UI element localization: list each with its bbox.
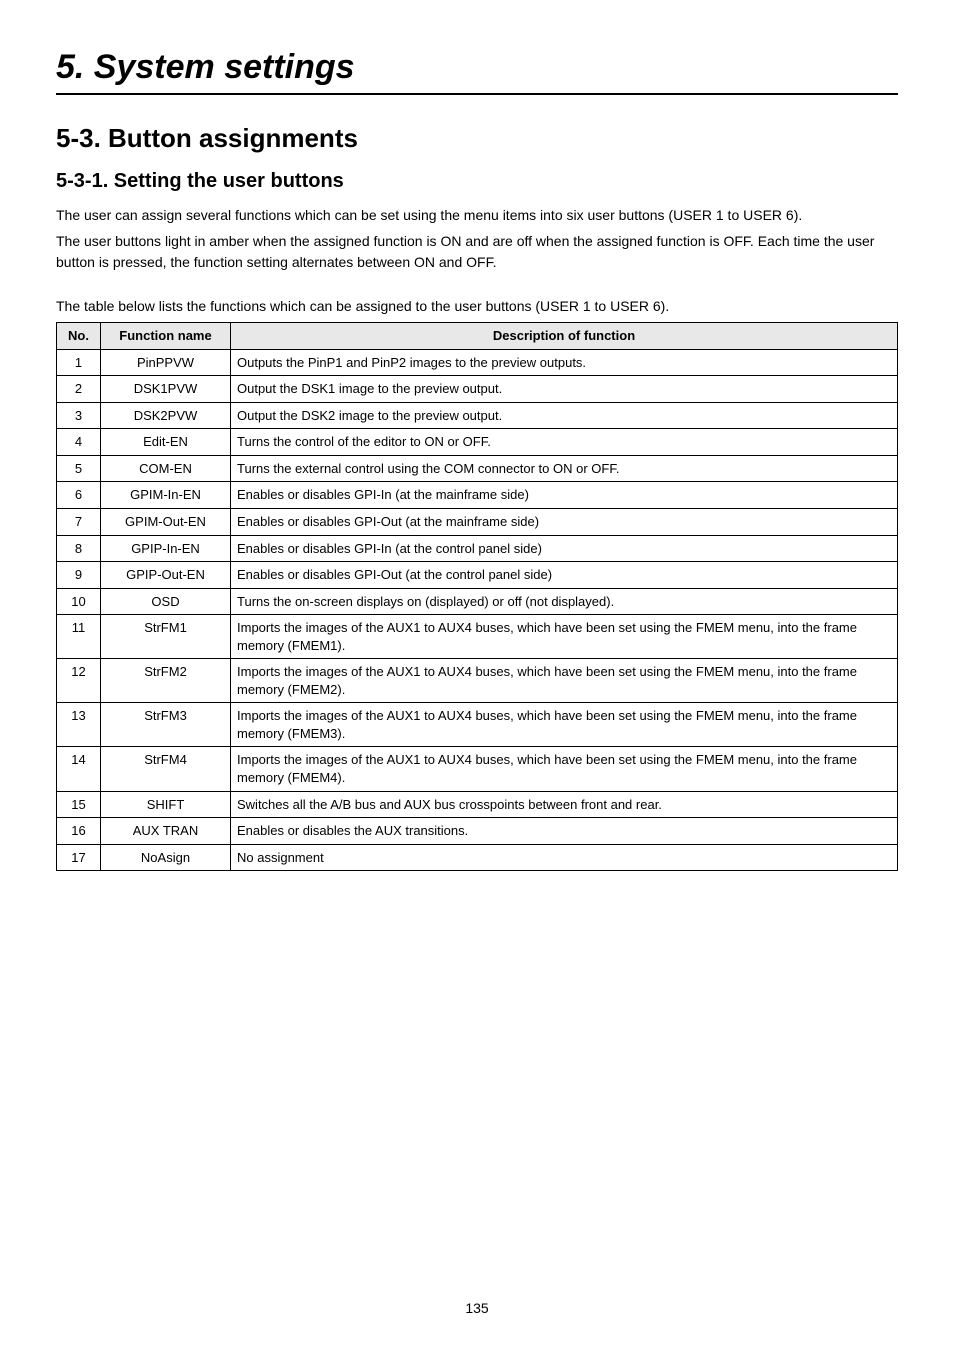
table-row: 3DSK2PVWOutput the DSK2 image to the pre… (57, 402, 898, 429)
col-desc: Description of function (231, 323, 898, 350)
cell-no: 17 (57, 844, 101, 871)
cell-fn: StrFM1 (101, 615, 231, 659)
cell-fn: DSK1PVW (101, 376, 231, 403)
cell-desc: Enables or disables the AUX transitions. (231, 818, 898, 845)
cell-fn: Edit-EN (101, 429, 231, 456)
table-row: 14StrFM4Imports the images of the AUX1 t… (57, 747, 898, 791)
cell-fn: GPIP-In-EN (101, 535, 231, 562)
cell-no: 8 (57, 535, 101, 562)
cell-desc: Imports the images of the AUX1 to AUX4 b… (231, 747, 898, 791)
table-row: 17NoAsignNo assignment (57, 844, 898, 871)
cell-fn: GPIM-In-EN (101, 482, 231, 509)
table-row: 13StrFM3Imports the images of the AUX1 t… (57, 703, 898, 747)
table-row: 15SHIFTSwitches all the A/B bus and AUX … (57, 791, 898, 818)
cell-no: 1 (57, 349, 101, 376)
cell-no: 5 (57, 455, 101, 482)
cell-desc: Imports the images of the AUX1 to AUX4 b… (231, 615, 898, 659)
cell-fn: PinPPVW (101, 349, 231, 376)
table-row: 9GPIP-Out-ENEnables or disables GPI-Out … (57, 562, 898, 589)
page-title: 5. System settings (56, 48, 898, 95)
cell-no: 7 (57, 509, 101, 536)
paragraph-1: The user can assign several functions wh… (56, 205, 898, 225)
table-row: 10OSDTurns the on-screen displays on (di… (57, 588, 898, 615)
table-header-row: No. Function name Description of functio… (57, 323, 898, 350)
cell-desc: Output the DSK2 image to the preview out… (231, 402, 898, 429)
table-row: 7GPIM-Out-ENEnables or disables GPI-Out … (57, 509, 898, 536)
cell-desc: Enables or disables GPI-In (at the contr… (231, 535, 898, 562)
cell-no: 9 (57, 562, 101, 589)
cell-fn: SHIFT (101, 791, 231, 818)
cell-no: 16 (57, 818, 101, 845)
cell-no: 15 (57, 791, 101, 818)
cell-no: 14 (57, 747, 101, 791)
cell-fn: StrFM4 (101, 747, 231, 791)
cell-desc: Enables or disables GPI-Out (at the main… (231, 509, 898, 536)
table-row: 12StrFM2Imports the images of the AUX1 t… (57, 659, 898, 703)
cell-no: 4 (57, 429, 101, 456)
cell-no: 3 (57, 402, 101, 429)
cell-fn: AUX TRAN (101, 818, 231, 845)
table-row: 8GPIP-In-ENEnables or disables GPI-In (a… (57, 535, 898, 562)
table-row: 5COM-ENTurns the external control using … (57, 455, 898, 482)
cell-desc: Output the DSK1 image to the preview out… (231, 376, 898, 403)
cell-desc: Turns the control of the editor to ON or… (231, 429, 898, 456)
cell-no: 11 (57, 615, 101, 659)
cell-desc: Enables or disables GPI-In (at the mainf… (231, 482, 898, 509)
cell-desc: Imports the images of the AUX1 to AUX4 b… (231, 703, 898, 747)
table-row: 2DSK1PVWOutput the DSK1 image to the pre… (57, 376, 898, 403)
paragraph-2: The user buttons light in amber when the… (56, 231, 898, 272)
cell-desc: No assignment (231, 844, 898, 871)
cell-no: 12 (57, 659, 101, 703)
cell-no: 6 (57, 482, 101, 509)
cell-fn: DSK2PVW (101, 402, 231, 429)
subsection-title: 5-3-1. Setting the user buttons (56, 170, 898, 193)
col-no: No. (57, 323, 101, 350)
cell-no: 2 (57, 376, 101, 403)
cell-desc: Turns the on-screen displays on (display… (231, 588, 898, 615)
table-row: 11StrFM1Imports the images of the AUX1 t… (57, 615, 898, 659)
cell-desc: Imports the images of the AUX1 to AUX4 b… (231, 659, 898, 703)
section-title: 5-3. Button assignments (56, 123, 898, 154)
table-row: 6GPIM-In-ENEnables or disables GPI-In (a… (57, 482, 898, 509)
page-number: 135 (0, 1300, 954, 1316)
table-row: 4Edit-ENTurns the control of the editor … (57, 429, 898, 456)
cell-fn: COM-EN (101, 455, 231, 482)
cell-fn: OSD (101, 588, 231, 615)
table-row: 16AUX TRANEnables or disables the AUX tr… (57, 818, 898, 845)
cell-no: 13 (57, 703, 101, 747)
paragraph-3: The table below lists the functions whic… (56, 296, 898, 316)
cell-fn: GPIM-Out-EN (101, 509, 231, 536)
cell-desc: Outputs the PinP1 and PinP2 images to th… (231, 349, 898, 376)
cell-desc: Switches all the A/B bus and AUX bus cro… (231, 791, 898, 818)
functions-table: No. Function name Description of functio… (56, 322, 898, 871)
cell-fn: StrFM2 (101, 659, 231, 703)
cell-fn: StrFM3 (101, 703, 231, 747)
cell-fn: NoAsign (101, 844, 231, 871)
cell-desc: Enables or disables GPI-Out (at the cont… (231, 562, 898, 589)
cell-fn: GPIP-Out-EN (101, 562, 231, 589)
cell-desc: Turns the external control using the COM… (231, 455, 898, 482)
cell-no: 10 (57, 588, 101, 615)
col-fn: Function name (101, 323, 231, 350)
table-row: 1PinPPVWOutputs the PinP1 and PinP2 imag… (57, 349, 898, 376)
